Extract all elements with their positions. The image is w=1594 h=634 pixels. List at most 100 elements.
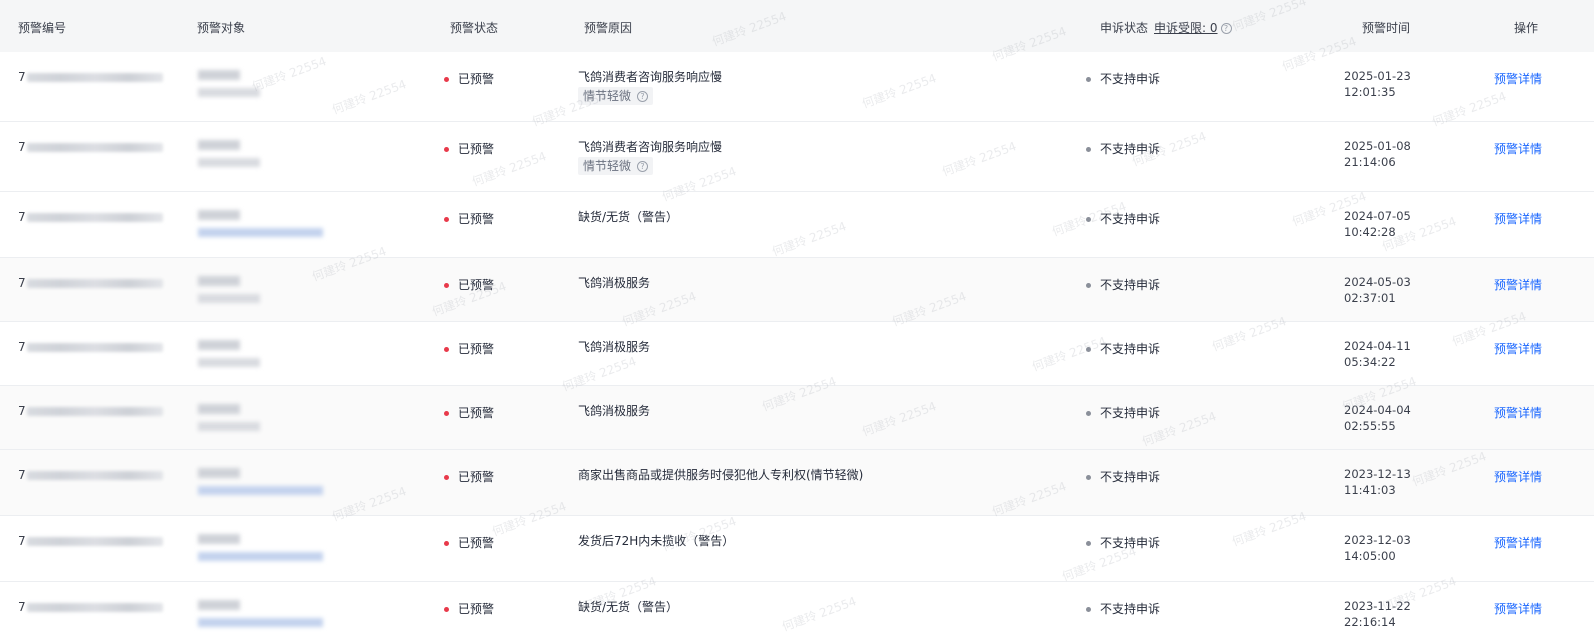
warning-time: 2025-01-08 21:14:06	[1344, 138, 1411, 170]
warning-status-text: 已预警	[458, 278, 495, 292]
appeal-status-text: 不支持申诉	[1100, 212, 1161, 226]
redacted-block	[27, 279, 163, 288]
table-row: 7 已预警 飞鸽消费者咨询服务响应慢 情节轻微? 不支持申诉 2025-01-2…	[0, 52, 1594, 122]
gray-status-dot	[1086, 411, 1091, 416]
gray-status-dot	[1086, 607, 1091, 612]
appeal-status-text: 不支持申诉	[1100, 278, 1161, 292]
gray-status-dot	[1086, 217, 1091, 222]
warning-reason: 缺货/无货（警告）	[578, 210, 679, 224]
appeal-limit-link[interactable]: 申诉受限: 0	[1154, 21, 1218, 35]
appeal-status: 不支持申诉	[1086, 340, 1160, 357]
header-warning-object: 预警对象	[197, 21, 246, 35]
header-warning-reason: 预警原因	[584, 21, 633, 35]
warning-id-redacted: 7	[18, 210, 163, 224]
warning-date: 2024-04-04	[1344, 403, 1411, 417]
warning-status-text: 已预警	[458, 342, 495, 356]
warning-status: 已预警	[444, 210, 494, 227]
appeal-status: 不支持申诉	[1086, 276, 1160, 293]
warning-status-text: 已预警	[458, 212, 495, 226]
warning-date: 2023-12-03	[1344, 533, 1411, 547]
red-status-dot	[444, 347, 449, 352]
appeal-status-text: 不支持申诉	[1100, 602, 1161, 616]
warning-detail-link[interactable]: 预警详情	[1494, 276, 1542, 293]
warning-status-text: 已预警	[458, 470, 495, 484]
warning-id-redacted: 7	[18, 404, 163, 418]
red-status-dot	[444, 77, 449, 82]
warning-time: 2023-11-22 22:16:14	[1344, 598, 1411, 630]
warning-id-prefix: 7	[18, 210, 26, 224]
redacted-block	[198, 158, 260, 167]
warning-object-redacted	[198, 532, 328, 566]
warning-id-prefix: 7	[18, 404, 26, 418]
help-icon[interactable]: ?	[637, 161, 649, 172]
table-row: 7 已预警 飞鸽消费者咨询服务响应慢 情节轻微? 不支持申诉 2025-01-0…	[0, 122, 1594, 192]
warning-status-text: 已预警	[458, 72, 495, 86]
redacted-block	[198, 422, 260, 431]
warning-detail-link[interactable]: 预警详情	[1494, 340, 1542, 357]
redacted-block	[27, 143, 163, 152]
header-appeal-label: 申诉状态	[1100, 21, 1149, 35]
severity-tag-label: 情节轻微	[583, 159, 632, 173]
appeal-status: 不支持申诉	[1086, 404, 1160, 421]
warning-reason: 飞鸽消费者咨询服务响应慢	[578, 140, 723, 154]
warning-date: 2023-11-22	[1344, 599, 1411, 613]
warning-time: 2023-12-13 11:41:03	[1344, 466, 1411, 498]
warning-id-redacted: 7	[18, 276, 163, 290]
warning-object-redacted	[198, 138, 328, 172]
help-icon[interactable]: ?	[1220, 23, 1232, 34]
warning-id-prefix: 7	[18, 600, 26, 614]
gray-status-dot	[1086, 541, 1091, 546]
appeal-status-text: 不支持申诉	[1100, 536, 1161, 550]
warning-time: 2025-01-23 12:01:35	[1344, 68, 1411, 100]
redacted-block	[27, 343, 163, 352]
warning-reason: 飞鸽消极服务	[578, 404, 651, 418]
redacted-block	[198, 534, 240, 544]
warning-reason: 飞鸽消费者咨询服务响应慢	[578, 70, 723, 84]
warning-clock: 10:42:28	[1344, 225, 1396, 239]
warning-date: 2025-01-23	[1344, 69, 1411, 83]
red-status-dot	[444, 283, 449, 288]
warning-id-redacted: 7	[18, 70, 163, 84]
warning-status-text: 已预警	[458, 142, 495, 156]
warning-object-redacted	[198, 338, 328, 372]
warning-clock: 14:05:00	[1344, 549, 1396, 563]
warning-status: 已预警	[444, 276, 494, 293]
redacted-block	[198, 140, 240, 150]
appeal-status: 不支持申诉	[1086, 70, 1160, 87]
table-row: 7 已预警 飞鸽消极服务 不支持申诉 2024-04-11 05:34:22 预警…	[0, 322, 1594, 386]
redacted-block	[198, 276, 240, 286]
warning-detail-link[interactable]: 预警详情	[1494, 534, 1542, 551]
help-icon[interactable]: ?	[637, 91, 649, 102]
warning-status: 已预警	[444, 70, 494, 87]
warning-id-prefix: 7	[18, 70, 26, 84]
redacted-block	[198, 552, 323, 561]
warning-id-redacted: 7	[18, 534, 163, 548]
warning-date: 2023-12-13	[1344, 467, 1411, 481]
gray-status-dot	[1086, 283, 1091, 288]
warning-status: 已预警	[444, 404, 494, 421]
warning-detail-link[interactable]: 预警详情	[1494, 140, 1542, 157]
table-row: 7 已预警 缺货/无货（警告） 不支持申诉 2023-11-22 22:16:14…	[0, 582, 1594, 634]
redacted-block	[198, 88, 260, 97]
warning-object-redacted	[198, 402, 328, 436]
warning-detail-link[interactable]: 预警详情	[1494, 70, 1542, 87]
warning-id-redacted: 7	[18, 468, 163, 482]
warning-id-prefix: 7	[18, 468, 26, 482]
warning-clock: 21:14:06	[1344, 155, 1396, 169]
red-status-dot	[444, 541, 449, 546]
warning-detail-link[interactable]: 预警详情	[1494, 468, 1542, 485]
warning-reason: 飞鸽消极服务	[578, 340, 651, 354]
warning-reason: 飞鸽消极服务	[578, 276, 651, 290]
warning-detail-link[interactable]: 预警详情	[1494, 210, 1542, 227]
header-warning-time: 预警时间	[1362, 21, 1411, 35]
red-status-dot	[444, 217, 449, 222]
appeal-status-text: 不支持申诉	[1100, 72, 1161, 86]
header-appeal-status: 申诉状态 申诉受限: 0?	[1100, 19, 1232, 36]
warning-clock: 22:16:14	[1344, 615, 1396, 629]
redacted-block	[198, 210, 240, 220]
warning-detail-link[interactable]: 预警详情	[1494, 404, 1542, 421]
warning-id-prefix: 7	[18, 534, 26, 548]
warning-id-redacted: 7	[18, 340, 163, 354]
table-header: 预警编号 预警对象 预警状态 预警原因 申诉状态 申诉受限: 0? 预警时间 操作	[0, 0, 1594, 52]
warning-detail-link[interactable]: 预警详情	[1494, 600, 1542, 617]
